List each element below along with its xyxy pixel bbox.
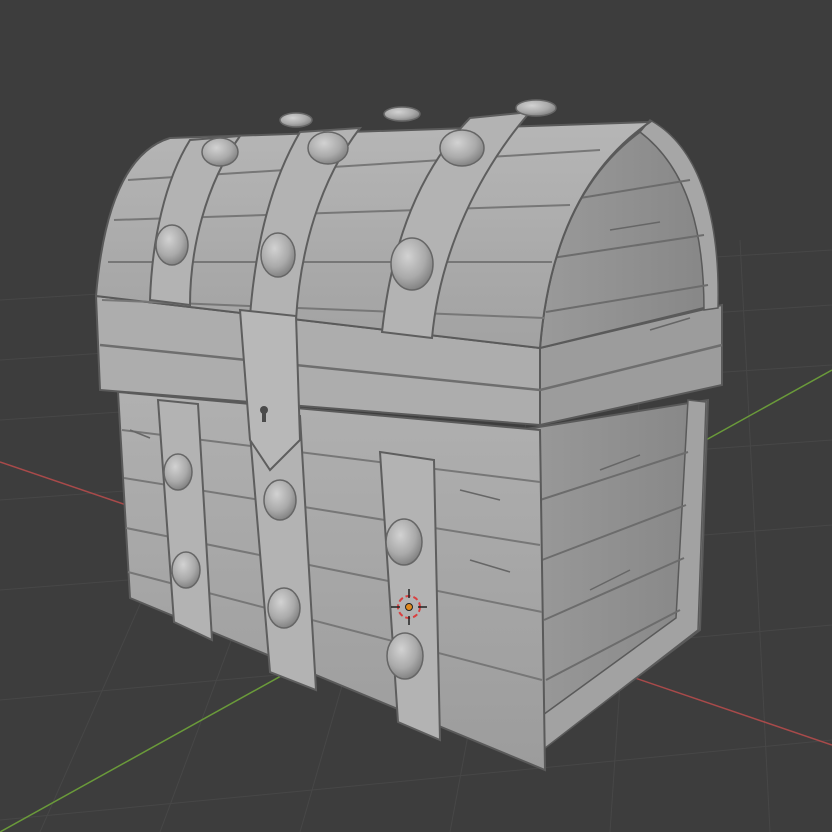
rivet — [267, 587, 301, 629]
rivet — [390, 237, 434, 291]
rivet — [439, 129, 485, 167]
rivet — [279, 112, 313, 128]
rivet — [155, 224, 189, 266]
rivet — [260, 232, 296, 278]
rivet — [307, 131, 349, 165]
rivet — [515, 99, 557, 117]
rivet — [385, 518, 423, 566]
rivet — [263, 479, 297, 521]
rivet — [163, 453, 193, 491]
3d-viewport[interactable] — [0, 0, 832, 832]
rivet — [171, 551, 201, 589]
rivet — [386, 632, 424, 680]
rivet — [383, 106, 421, 122]
rivet — [201, 137, 239, 167]
